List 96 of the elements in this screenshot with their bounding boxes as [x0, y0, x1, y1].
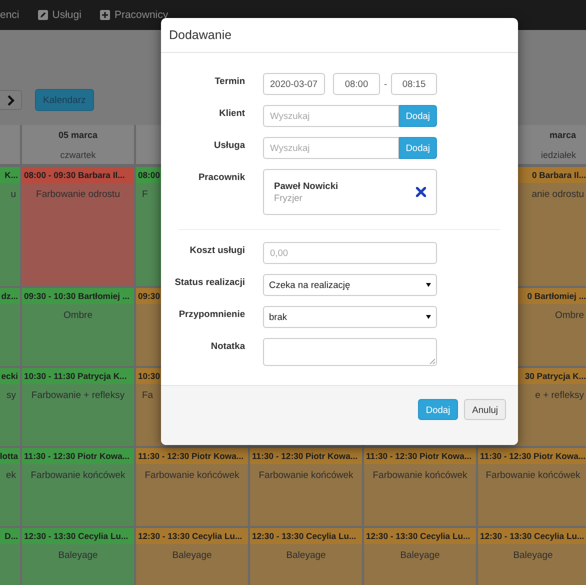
appointment-header: 11:30 - 12:30 Piotr Kowa...	[478, 448, 586, 464]
time-field[interactable]: 08:00	[333, 73, 380, 95]
add-button[interactable]: Dodaj	[398, 105, 437, 127]
appointment-card[interactable]: 11:30 - 12:30 Piotr Kowa... Farbowanie końcówek	[364, 446, 476, 526]
cost-field[interactable]: 0,00	[263, 242, 437, 264]
edit-icon	[38, 10, 48, 20]
nav-link[interactable]: Pracownicy	[114, 9, 168, 21]
appointment-card[interactable]: 08:00 - 09:30 Barbara Il... Farbowanie odrostu	[22, 165, 134, 286]
appointment-header: 12:30 - 13:30 Cecylia Lu...	[136, 528, 248, 544]
appointment-header: 08:00 - 09:30 Barbara Il...	[22, 167, 134, 183]
resize-grip-icon[interactable]	[429, 358, 435, 364]
appointment-card[interactable]: 11:30 - 12:30 Piotr Kowa... Farbowanie końcówek	[478, 446, 586, 526]
appointment-card[interactable]: 12:30 - 13:30 Cecylia Lu... Baleyage	[478, 526, 586, 585]
next-button[interactable]	[0, 90, 22, 110]
service-label: Ombre	[554, 310, 585, 321]
appointment-card[interactable]: 10:30 - 11:30 Patrycja K... Farbowanie + refleksy	[22, 366, 134, 446]
service-label: ek	[4, 470, 17, 481]
appointment-card[interactable]: lotta ek	[0, 446, 20, 526]
date-label: 05 marca	[22, 125, 134, 145]
appointment-card[interactable]: 12:30 - 13:30 Cecylia Lu... Baleyage	[364, 526, 476, 585]
service-label: F	[141, 189, 149, 200]
service-label: Farbowanie odrostu	[35, 189, 121, 200]
field-label: Termin	[214, 75, 245, 86]
appointment-header: D...	[0, 528, 20, 544]
appointment-header: 11:30 - 12:30 Piotr Kowa...	[22, 448, 134, 464]
appointment-card[interactable]: 12:30 - 13:30 Cecylia Lu... Baleyage	[136, 526, 248, 585]
time-field[interactable]: 08:15	[391, 73, 437, 95]
date-field[interactable]: 2020-03-07	[263, 73, 325, 95]
appointment-card[interactable]: 11:30 - 12:30 Piotr Kowa... Farbowanie końcówek	[22, 446, 134, 526]
field-label: Przypomnienie	[178, 308, 245, 319]
remove-icon[interactable]	[416, 187, 426, 197]
employee-role: Fryzjer	[274, 193, 304, 203]
range-separator: -	[382, 79, 388, 89]
appointment-card[interactable]: ecki sy	[0, 366, 20, 446]
appointment-card[interactable]: 11:30 - 12:30 Piotr Kowa... Farbowanie końcówek	[136, 446, 248, 526]
appointment-header: 11:30 - 12:30 Piotr Kowa...	[364, 448, 476, 464]
appointment-header: lotta	[0, 448, 20, 464]
employee-field[interactable]: Paweł Nowicki Fryzjer	[263, 169, 437, 215]
search-field[interactable]: Wyszukaj	[263, 137, 399, 159]
nav-link[interactable]: Usługi	[52, 9, 82, 21]
service-label: anie odrostu	[530, 189, 585, 200]
service-label: Farbowanie końcówek	[484, 470, 582, 481]
chevron-right-icon	[6, 94, 14, 106]
plus-icon	[100, 10, 110, 20]
appointment-card[interactable]: 12:30 - 13:30 Cecylia Lu... Baleyage	[22, 526, 134, 585]
service-label: Baleyage	[285, 550, 327, 561]
service-label: Farbowanie + refleksy	[30, 390, 126, 401]
service-label: Baleyage	[399, 550, 441, 561]
appointment-header: 12:30 - 13:30 Cecylia Lu...	[22, 528, 134, 544]
appointment-header: ecki	[0, 368, 20, 384]
field-label: Pracownik	[197, 171, 245, 182]
appointment-header: 12:30 - 13:30 Cecylia Lu...	[250, 528, 362, 544]
nav-link[interactable]: enci	[0, 9, 20, 21]
add-button[interactable]: Dodaj	[418, 399, 458, 420]
service-label: Baleyage	[57, 550, 99, 561]
appointment-header: 10:30 - 11:30 Patrycja K...	[22, 368, 134, 384]
appointment-header: K...	[0, 167, 20, 183]
service-label: u	[10, 189, 17, 200]
service-label: Baleyage	[512, 550, 554, 561]
service-label: sy	[6, 390, 17, 401]
field-label: Klient	[218, 107, 245, 118]
appointment-card[interactable]: D...	[0, 526, 20, 585]
service-label: Ombre	[62, 310, 94, 321]
cancel-button[interactable]: Anuluj	[464, 399, 506, 420]
appointment-header: 09:30 - 10:30 Bartłomiej ...	[22, 288, 134, 304]
select-field[interactable]: brak	[263, 306, 437, 328]
caret-icon	[426, 283, 431, 287]
appointment-header: dz...	[0, 288, 20, 304]
appointment-card[interactable]: 09:30 - 10:30 Bartłomiej ... Ombre	[22, 286, 134, 366]
appointment-card[interactable]: 12:30 - 13:30 Cecylia Lu... Baleyage	[250, 526, 362, 585]
service-label: Farbowanie końcówek	[144, 470, 240, 481]
service-label: Fa	[141, 390, 154, 401]
appointment-card[interactable]: dz...	[0, 286, 20, 366]
service-label: Farbowanie końcówek	[30, 470, 126, 481]
caret-icon	[426, 315, 431, 319]
add-button[interactable]: Dodaj	[398, 137, 437, 159]
appointment-header: 11:30 - 12:30 Piotr Kowa...	[136, 448, 248, 464]
field-label: Notatka	[210, 340, 245, 351]
service-label: e + refleksy	[534, 390, 585, 401]
service-label: Farbowanie końcówek	[258, 470, 354, 481]
service-label: Baleyage	[171, 550, 213, 561]
appointment-card[interactable]: 11:30 - 12:30 Piotr Kowa... Farbowanie końcówek	[250, 446, 362, 526]
appointment-header: 11:30 - 12:30 Piotr Kowa...	[250, 448, 362, 464]
employee-name: Paweł Nowicki	[274, 181, 338, 191]
dialog-title: Dodawanie	[169, 28, 232, 42]
note-field[interactable]	[263, 338, 437, 366]
select-field[interactable]: Czeka na realizację	[263, 274, 437, 296]
appointment-header: 12:30 - 13:30 Cecylia Lu...	[478, 528, 586, 544]
search-field[interactable]: Wyszukaj	[263, 105, 399, 127]
field-label: Usługa	[213, 139, 245, 150]
service-label: Farbowanie końcówek	[372, 470, 468, 481]
field-label: Koszt usługi	[188, 244, 245, 255]
appointment-header: 12:30 - 13:30 Cecylia Lu...	[364, 528, 476, 544]
appointment-card[interactable]: K... u	[0, 165, 20, 286]
field-label: Status realizacji	[174, 276, 245, 287]
weekday-label: czwartek	[22, 145, 134, 165]
